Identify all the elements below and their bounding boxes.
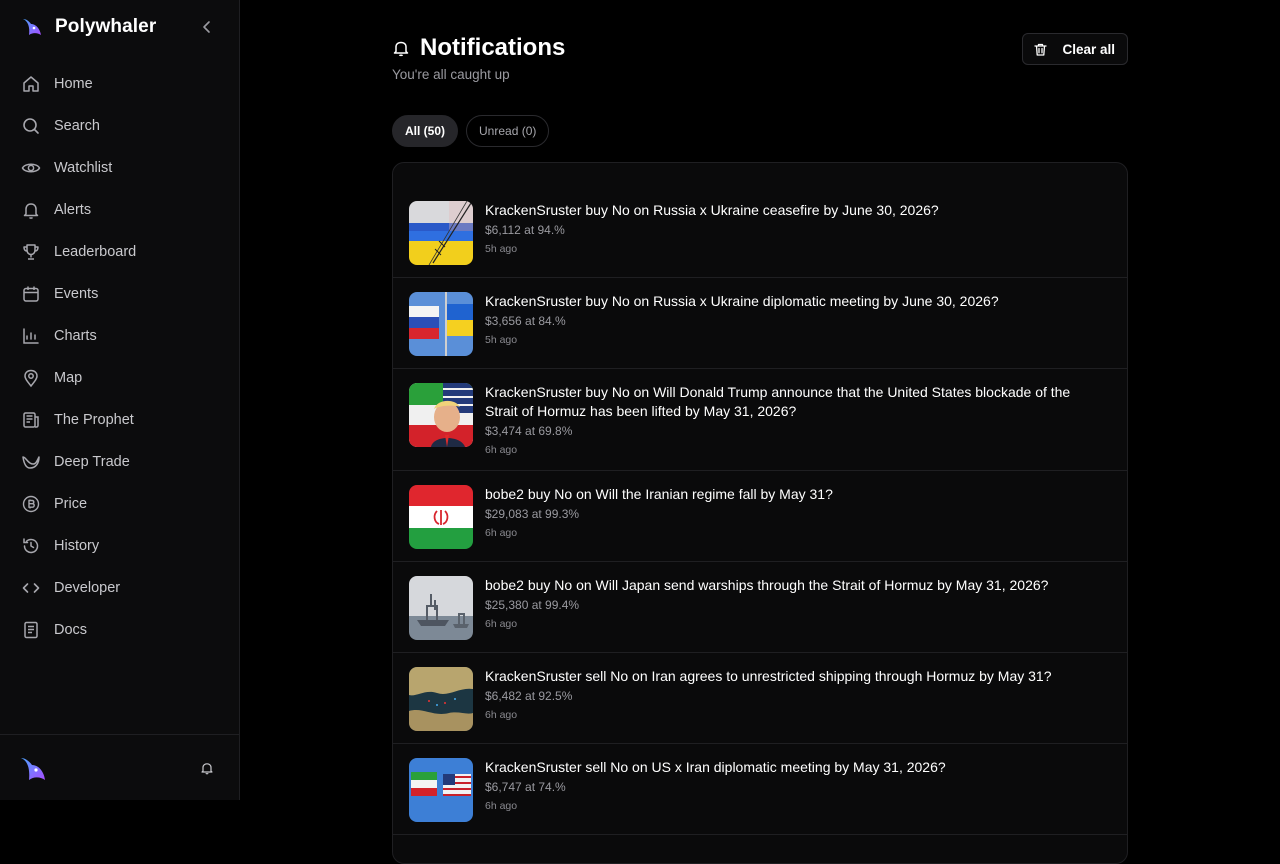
notification-item[interactable]: KrackenSruster buy No on Will Donald Tru… — [393, 369, 1127, 471]
notification-item[interactable]: KrackenSruster buy No on Russia x Ukrain… — [393, 278, 1127, 369]
sidebar: Polywhaler Home Search Watchlist Alerts … — [0, 0, 240, 800]
trump-iran-thumbnail — [409, 383, 473, 447]
strait-map-thumbnail — [409, 667, 473, 731]
notification-title: bobe2 buy No on Will Japan send warships… — [485, 577, 1049, 593]
eye-icon — [21, 158, 41, 178]
sidebar-item-label: Docs — [54, 622, 88, 638]
sidebar-nav: Home Search Watchlist Alerts Leaderboard… — [0, 63, 239, 651]
warships-thumbnail — [409, 576, 473, 640]
whale-icon — [21, 452, 41, 472]
sidebar-item-charts[interactable]: Charts — [0, 315, 239, 357]
whale-logo-icon — [23, 19, 41, 35]
avatar[interactable] — [17, 753, 49, 785]
notification-time: 6h ago — [485, 444, 518, 456]
home-icon — [21, 74, 41, 94]
code-icon — [21, 578, 41, 598]
notification-item[interactable]: KrackenSruster sell No on Iran agrees to… — [393, 653, 1127, 744]
trophy-icon — [21, 242, 41, 262]
clear-all-button[interactable]: Clear all — [1022, 33, 1128, 65]
sidebar-item-leaderboard[interactable]: Leaderboard — [0, 231, 239, 273]
notification-time: 6h ago — [485, 618, 518, 630]
map-pin-icon — [21, 368, 41, 388]
sidebar-item-label: Leaderboard — [54, 244, 137, 260]
sidebar-item-deep-trade[interactable]: Deep Trade — [0, 441, 239, 483]
bitcoin-icon — [21, 494, 41, 514]
notification-title: KrackenSruster sell No on US x Iran dipl… — [485, 759, 946, 775]
sidebar-item-label: Search — [54, 118, 100, 134]
us-iran-flags-thumbnail — [409, 758, 473, 822]
sidebar-item-label: The Prophet — [54, 412, 134, 428]
sidebar-item-label: Developer — [54, 580, 121, 596]
search-icon — [21, 116, 41, 136]
russia-ukraine-flags-thumbnail — [409, 292, 473, 356]
collapse-sidebar-chevron-icon[interactable] — [198, 18, 216, 36]
sidebar-footer — [0, 734, 239, 801]
notification-list: KrackenSruster buy No on Russia x Ukrain… — [392, 162, 1128, 864]
brand[interactable]: Polywhaler — [20, 14, 156, 40]
chart-icon — [21, 326, 41, 346]
notification-amount: $6,112 at 94.% — [485, 223, 565, 237]
page-title: Notifications — [420, 34, 566, 61]
sidebar-item-the-prophet[interactable]: The Prophet — [0, 399, 239, 441]
sidebar-item-label: Watchlist — [54, 160, 113, 176]
sidebar-item-label: Alerts — [54, 202, 92, 218]
sidebar-item-label: Charts — [54, 328, 97, 344]
sidebar-item-label: History — [54, 538, 100, 554]
sidebar-item-label: Price — [54, 496, 88, 512]
tab-all[interactable]: All (50) — [392, 115, 459, 147]
book-icon — [21, 620, 41, 640]
notifications-header: Notifications You're all caught up Clear… — [392, 33, 1128, 93]
notification-title: KrackenSruster buy No on Will Donald Tru… — [485, 384, 1071, 419]
notification-amount: $3,656 at 84.% — [485, 314, 566, 328]
filter-tabs: All (50) Unread (0) — [392, 115, 557, 147]
sidebar-item-history[interactable]: History — [0, 525, 239, 567]
sidebar-item-alerts[interactable]: Alerts — [0, 189, 239, 231]
notification-item[interactable]: KrackenSruster buy No on Russia x Ukrain… — [393, 187, 1127, 278]
sidebar-item-docs[interactable]: Docs — [0, 609, 239, 651]
bell-icon — [21, 200, 41, 220]
iran-flag-thumbnail — [409, 485, 473, 549]
sidebar-item-label: Deep Trade — [54, 454, 130, 470]
notification-amount: $29,083 at 99.3% — [485, 507, 580, 521]
notification-item[interactable]: bobe2 buy No on Will Japan send warships… — [393, 562, 1127, 653]
notification-time: 6h ago — [485, 709, 518, 721]
notification-bell-icon[interactable] — [200, 761, 214, 775]
app-name: Polywhaler — [55, 16, 157, 37]
clear-all-label: Clear all — [1062, 41, 1115, 57]
notification-amount: $6,482 at 92.5% — [485, 689, 573, 703]
notification-title: bobe2 buy No on Will the Iranian regime … — [485, 486, 833, 502]
notification-amount: $3,474 at 69.8% — [485, 424, 573, 438]
notification-time: 5h ago — [485, 243, 518, 255]
sidebar-item-map[interactable]: Map — [0, 357, 239, 399]
notification-time: 6h ago — [485, 527, 518, 539]
sidebar-item-search[interactable]: Search — [0, 105, 239, 147]
notification-amount: $6,747 at 74.% — [485, 780, 566, 794]
notification-title: KrackenSruster buy No on Russia x Ukrain… — [485, 293, 999, 309]
sidebar-item-events[interactable]: Events — [0, 273, 239, 315]
calendar-icon — [21, 284, 41, 304]
russia-ukraine-flag-thumbnail — [409, 201, 473, 265]
bell-icon — [393, 41, 409, 57]
sidebar-item-watchlist[interactable]: Watchlist — [0, 147, 239, 189]
history-icon — [21, 536, 41, 556]
notification-time: 6h ago — [485, 800, 518, 812]
tab-unread[interactable]: Unread (0) — [466, 115, 550, 147]
notification-title: KrackenSruster sell No on Iran agrees to… — [485, 668, 1052, 684]
trash-icon — [1034, 43, 1048, 56]
notification-time: 5h ago — [485, 334, 518, 346]
sidebar-item-price[interactable]: Price — [0, 483, 239, 525]
sidebar-item-home[interactable]: Home — [0, 63, 239, 105]
notification-item[interactable]: bobe2 buy No on Will the Iranian regime … — [393, 471, 1127, 562]
notification-amount: $25,380 at 99.4% — [485, 598, 580, 612]
sidebar-item-label: Home — [54, 76, 93, 92]
notification-item[interactable]: KrackenSruster sell No on US x Iran dipl… — [393, 744, 1127, 835]
sidebar-item-label: Events — [54, 286, 99, 302]
page-subtitle: You're all caught up — [392, 67, 510, 82]
sidebar-item-label: Map — [54, 370, 83, 386]
sidebar-item-developer[interactable]: Developer — [0, 567, 239, 609]
notification-title: KrackenSruster buy No on Russia x Ukrain… — [485, 202, 939, 218]
newspaper-icon — [21, 410, 41, 430]
